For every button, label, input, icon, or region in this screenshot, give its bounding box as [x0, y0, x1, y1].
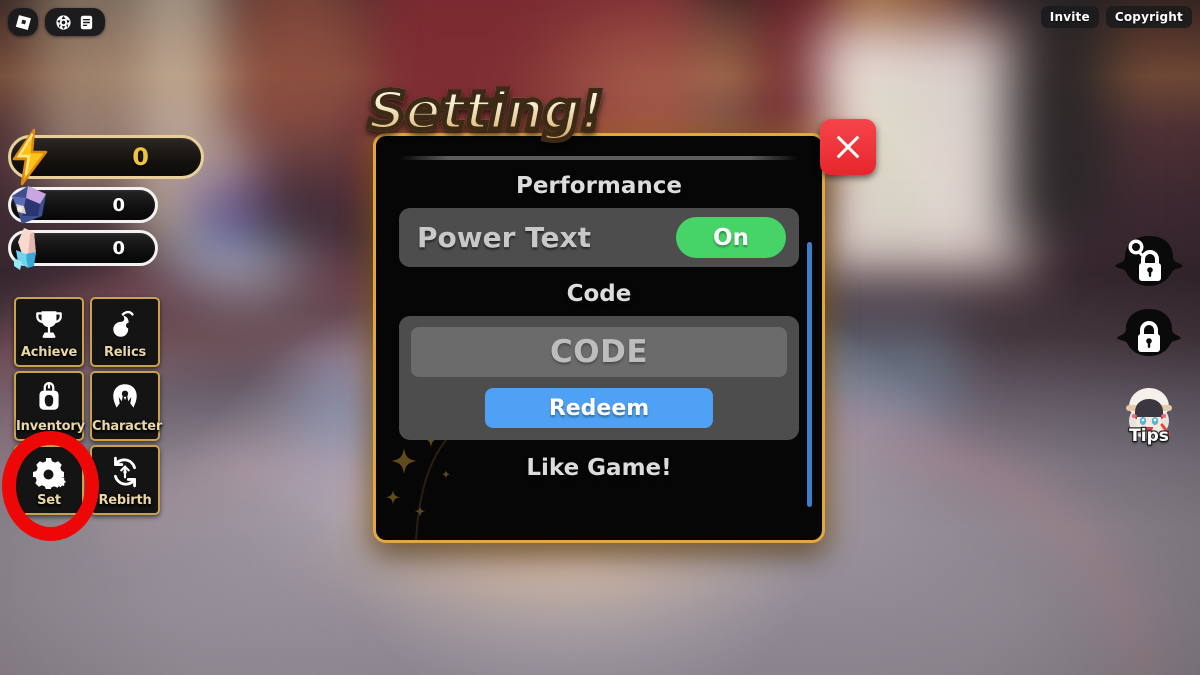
explore-cube-icon[interactable] — [55, 14, 72, 31]
currency-value: 0 — [112, 237, 125, 259]
setting-label: Power Text — [417, 221, 591, 254]
currency-bar-power[interactable]: 0 — [8, 128, 204, 186]
code-card: CODE Redeem — [399, 316, 799, 440]
tips-label: Tips — [1128, 425, 1170, 448]
menu-button-achieve[interactable]: Achieve — [14, 297, 84, 367]
invite-button[interactable]: Invite — [1040, 6, 1099, 28]
currency-value: 0 — [132, 143, 149, 171]
performance-card: Power Text On — [399, 208, 799, 267]
locked-blob-icon — [1117, 309, 1181, 356]
right-icon-rail: Tips — [1104, 228, 1194, 452]
panel-scrollbar[interactable] — [807, 242, 812, 507]
lightning-bolt-icon — [4, 128, 56, 186]
topright-buttons: Invite Copyright — [1040, 6, 1192, 28]
currency-hud: 0 0 0 — [8, 128, 204, 272]
rebirth-cycle-icon — [108, 454, 142, 490]
settings-panel-content: Performance Power Text On Code CODE Rede… — [376, 136, 822, 540]
menu-button-label: Inventory — [16, 419, 85, 434]
character-head-icon — [108, 380, 142, 416]
menu-button-label: Set — [37, 493, 61, 508]
currency-bar-gem[interactable]: 0 — [8, 186, 204, 224]
locked-feature-button-2[interactable] — [1104, 300, 1194, 372]
menu-button-character[interactable]: Character — [90, 371, 163, 441]
currency-bar-crystal[interactable]: 0 — [8, 228, 204, 270]
close-x-icon — [836, 135, 860, 159]
settings-panel-wrapper: Setting! Performance Power Text On Code … — [366, 79, 876, 543]
menu-button-label: Achieve — [20, 345, 78, 360]
roblox-logo-icon — [15, 14, 32, 31]
relic-gourd-icon — [108, 306, 142, 342]
setting-row-power-text: Power Text On — [399, 208, 799, 267]
trophy-icon — [32, 306, 66, 342]
menu-button-grid: Achieve Relics Inventory Character Set R… — [14, 297, 163, 515]
redeem-button[interactable]: Redeem — [485, 388, 713, 428]
roblox-home-button[interactable] — [8, 8, 38, 36]
copyright-button[interactable]: Copyright — [1105, 6, 1192, 28]
tips-button[interactable]: Tips — [1104, 372, 1194, 452]
chat-document-icon[interactable] — [78, 14, 95, 31]
menu-button-label: Rebirth — [98, 493, 152, 508]
locked-blob-icon — [1115, 236, 1183, 286]
roblox-menu-group — [45, 8, 105, 36]
gear-icon — [31, 454, 67, 490]
menu-button-label: Character — [92, 419, 163, 434]
roblox-topbar — [8, 8, 105, 36]
menu-button-inventory[interactable]: Inventory — [14, 371, 85, 441]
power-text-toggle[interactable]: On — [676, 217, 786, 258]
menu-button-relics[interactable]: Relics — [90, 297, 160, 367]
locked-feature-button-1[interactable] — [1104, 228, 1194, 300]
section-heading-performance: Performance — [515, 173, 683, 199]
settings-panel: Performance Power Text On Code CODE Rede… — [373, 133, 825, 543]
code-input[interactable]: CODE — [411, 327, 787, 377]
menu-button-rebirth[interactable]: Rebirth — [90, 445, 160, 515]
panel-divider — [400, 156, 798, 160]
blue-gem-icon — [6, 182, 54, 228]
page-title: Setting! — [366, 79, 607, 145]
backpack-icon — [32, 380, 66, 416]
crystal-icon — [8, 224, 54, 272]
menu-button-set[interactable]: Set — [14, 445, 84, 515]
menu-button-label: Relics — [104, 345, 146, 360]
section-heading-code: Code — [566, 281, 632, 307]
close-button[interactable] — [820, 119, 876, 175]
currency-value: 0 — [112, 194, 125, 216]
section-heading-like-game: Like Game! — [526, 455, 672, 481]
